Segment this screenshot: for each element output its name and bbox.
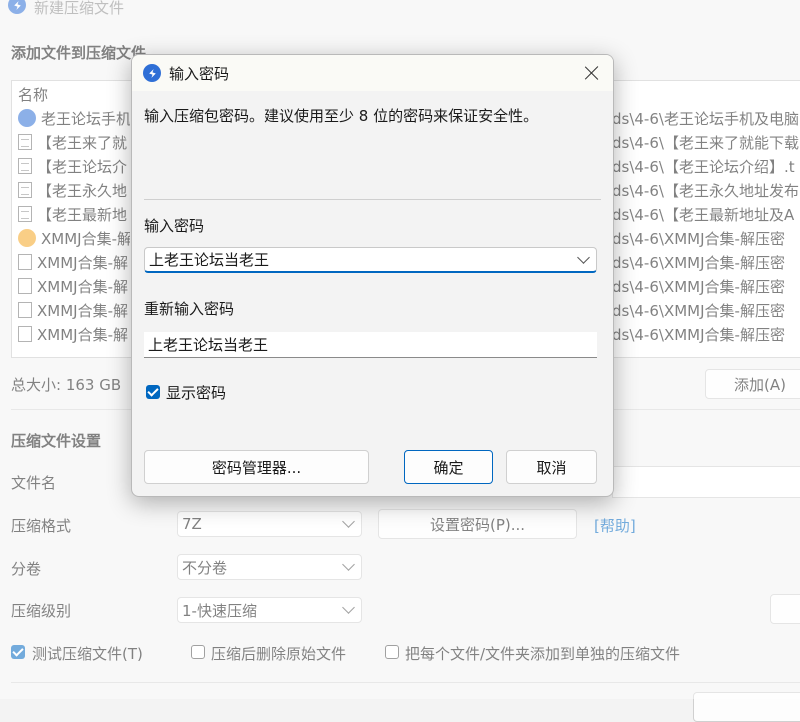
dialog-titlebar: 输入密码 — [132, 55, 613, 91]
chevron-down-icon[interactable] — [577, 251, 590, 264]
dialog-description: 输入压缩包密码。建议使用至少 8 位的密码来保证安全性。 — [144, 107, 539, 125]
cancel-button[interactable]: 取消 — [506, 450, 597, 484]
password-input[interactable]: 上老王论坛当老王 — [144, 247, 597, 273]
password-label: 输入密码 — [144, 217, 205, 235]
show-password-checkbox[interactable] — [146, 385, 160, 399]
dialog-title: 输入密码 — [169, 65, 230, 83]
show-password-label: 显示密码 — [166, 384, 227, 402]
reenter-password-label: 重新输入密码 — [144, 300, 235, 318]
dialog-divider — [144, 199, 601, 200]
password-value: 上老王论坛当老王 — [149, 251, 270, 269]
dialog-app-icon — [143, 64, 161, 82]
reenter-password-value: 上老王论坛当老王 — [148, 336, 269, 354]
ok-button[interactable]: 确定 — [404, 450, 493, 484]
reenter-password-input[interactable]: 上老王论坛当老王 — [144, 332, 597, 358]
close-icon[interactable] — [583, 64, 601, 82]
password-manager-button[interactable]: 密码管理器... — [144, 450, 369, 484]
password-dialog: 输入密码 输入压缩包密码。建议使用至少 8 位的密码来保证安全性。 输入密码 上… — [131, 54, 614, 497]
